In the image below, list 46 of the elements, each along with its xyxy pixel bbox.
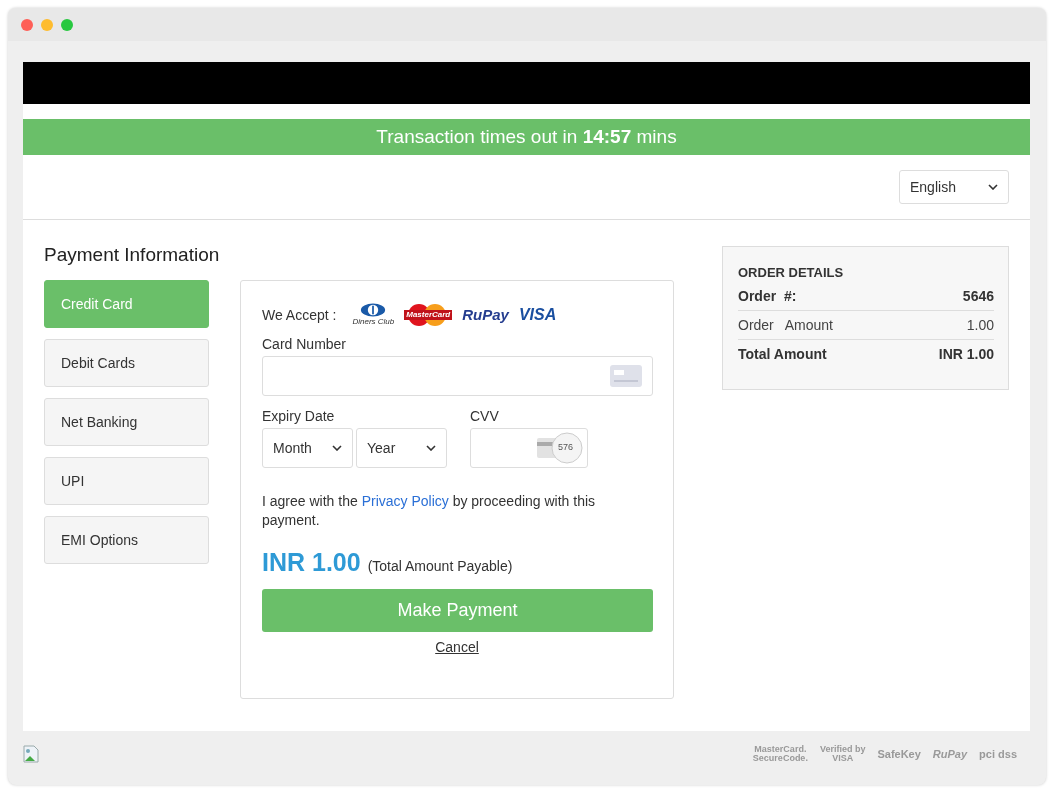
cvv-card-icon — [537, 432, 583, 464]
order-label: Order Amount — [738, 317, 833, 333]
card-logo: VISA — [518, 305, 557, 324]
card-logo: Diners Club — [352, 303, 395, 326]
chevron-icon — [426, 445, 436, 451]
chevron-icon — [988, 184, 998, 190]
payment-method-tab[interactable]: Debit Cards — [44, 339, 209, 387]
year-select[interactable]: Year — [356, 428, 447, 468]
cvv-hint-text: 576 — [558, 442, 574, 452]
order-value: INR 1.00 — [938, 346, 994, 362]
window-control-icon[interactable] — [21, 18, 33, 31]
order-value: 1.00 — [966, 317, 994, 333]
card-logo: MasterCard — [404, 303, 453, 326]
security-seal-label: SafeKey — [877, 749, 921, 759]
section-title: Payment Information — [44, 244, 221, 266]
order-title: ORDER DETAILS — [738, 265, 845, 280]
language-select[interactable]: English — [899, 170, 1009, 204]
card-number-field[interactable] — [262, 356, 653, 396]
field-label: Card Number — [262, 336, 348, 352]
privacy-link[interactable]: Privacy Policy — [361, 493, 449, 509]
chevron-icon — [332, 445, 342, 451]
amount-note: (Total Amount Payable) — [367, 558, 513, 574]
window-control-icon[interactable] — [61, 18, 73, 31]
month-select[interactable]: Month — [262, 428, 353, 468]
order-value: 5646 — [962, 288, 994, 304]
security-seal-label: RuPay — [932, 749, 968, 759]
broken-image-icon — [23, 745, 39, 763]
accept-label: We Accept : — [262, 306, 337, 323]
payment-method-tab[interactable]: UPI — [44, 457, 209, 505]
payment-method-tab[interactable]: Net Banking — [44, 398, 209, 446]
cancel-link[interactable]: Cancel — [435, 639, 479, 655]
field-label: CVV — [470, 408, 500, 424]
cvv-field[interactable]: 576 — [470, 428, 588, 468]
order-label: Total Amount — [738, 346, 827, 362]
amount-text: INR 1.00 — [262, 548, 361, 577]
agreement-text: I agree with the Privacy Policy by proceeding with this payment. — [262, 492, 597, 530]
order-label: Order #: — [738, 288, 797, 304]
field-label: Expiry Date — [262, 408, 336, 424]
card-icon — [610, 365, 642, 387]
window-control-icon[interactable] — [41, 18, 53, 31]
card-logo: RuPay — [462, 306, 509, 323]
security-seal-label: Verified by VISA — [819, 745, 866, 763]
security-seal-label: MasterCard. SecureCode. — [752, 745, 808, 763]
security-seal-label: pci dss — [979, 749, 1017, 759]
timer-banner: Transaction times out in 14:57 mins — [23, 119, 1030, 155]
payment-method-tab[interactable]: EMI Options — [44, 516, 209, 564]
